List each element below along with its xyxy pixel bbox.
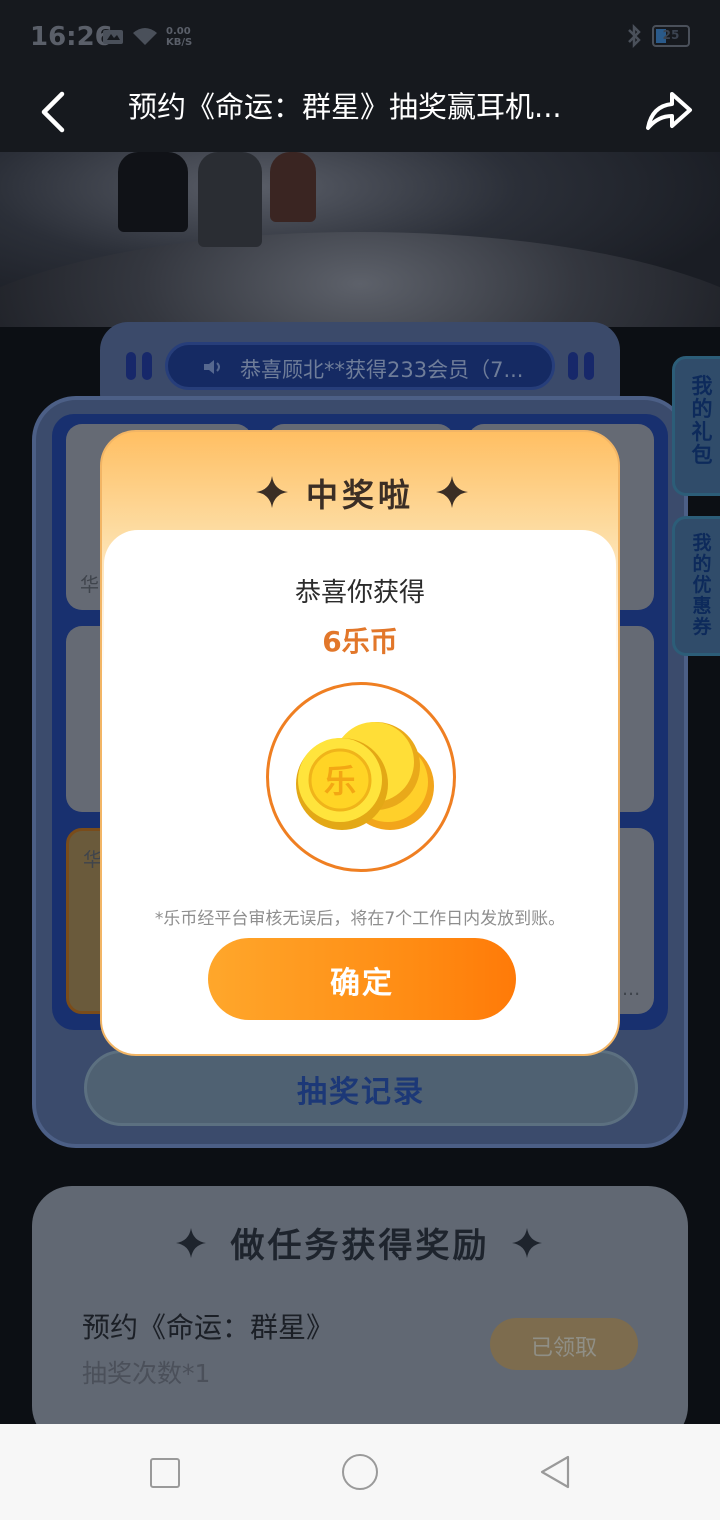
wifi-icon [133, 28, 157, 45]
side-tab-label: 我的礼包 [691, 374, 713, 467]
banner-figure [118, 152, 188, 232]
net-speed-value: 0.00 [166, 26, 191, 37]
side-tab-label: 我的优惠券 [692, 532, 712, 638]
prize-cell-label: ... [622, 978, 641, 1000]
my-gifts-tab[interactable]: 我的礼包 [672, 356, 720, 496]
coin-icon: 乐 [296, 722, 434, 830]
modal-title: 中奖啦 [305, 476, 414, 514]
back-arrow-icon[interactable] [34, 86, 74, 138]
draw-record-button[interactable]: 抽奖记录 [84, 1050, 638, 1126]
decor-bars [568, 352, 594, 380]
sparkle-icon [436, 476, 468, 508]
battery-level: 25 [662, 28, 680, 42]
prize-modal: 中奖啦 恭喜你获得 6乐币 乐 *乐币经平台审核无误后，将在7个工作日内发放到账… [100, 430, 620, 1056]
status-icons-right: 25 [626, 24, 690, 48]
my-coupons-tab[interactable]: 我的优惠券 [672, 516, 720, 656]
system-nav-bar [0, 1424, 720, 1520]
status-bar: 16:26 0.00 KB/S 25 [0, 0, 720, 72]
task-claimed-label: 已领取 [530, 1336, 597, 1361]
net-speed-unit: KB/S [166, 37, 193, 48]
status-icons-left: 0.00 KB/S [102, 26, 192, 48]
recent-apps-button[interactable] [150, 1458, 180, 1488]
net-speed: 0.00 KB/S [166, 26, 192, 48]
speaker-icon [204, 360, 220, 374]
prize-cell-label: 华 [80, 574, 100, 596]
share-icon[interactable] [642, 84, 694, 136]
task-title: 预约《命运：群星》 [82, 1311, 335, 1344]
nav-back-icon[interactable] [538, 1454, 572, 1490]
task-section: 做任务获得奖励 预约《命运：群星》 抽奖次数*1 已领取 [32, 1186, 688, 1446]
marquee-text: 恭喜顾北**获得233会员（7... [240, 358, 524, 382]
game-banner [0, 152, 720, 327]
title-bar: 预约《命运：群星》抽奖赢耳机... [0, 72, 720, 152]
page-title: 预约《命运：群星》抽奖赢耳机... [128, 90, 562, 124]
task-section-title: 做任务获得奖励 [230, 1226, 490, 1266]
prize-text: 6乐币 [322, 625, 398, 658]
modal-note: *乐币经平台审核无误后，将在7个工作日内发放到账。 [154, 909, 566, 929]
winner-marquee: 恭喜顾北**获得233会员（7... [165, 342, 555, 390]
banner-planet [0, 232, 720, 327]
draw-record-label: 抽奖记录 [297, 1075, 425, 1110]
sim-icon [103, 30, 123, 44]
confirm-label: 确定 [330, 966, 394, 1001]
task-claimed-button[interactable]: 已领取 [490, 1318, 638, 1370]
bluetooth-icon [628, 24, 641, 48]
banner-figure [270, 152, 316, 222]
banner-figure [198, 152, 262, 247]
decor-bars [126, 352, 152, 380]
sparkle-icon [512, 1228, 542, 1258]
home-button[interactable] [342, 1454, 378, 1490]
coin-glyph: 乐 [324, 762, 356, 800]
confirm-button[interactable]: 确定 [208, 938, 516, 1020]
status-time: 16:26 [30, 22, 113, 52]
battery-icon: 25 [652, 25, 690, 47]
task-subtitle: 抽奖次数*1 [82, 1359, 211, 1388]
congrats-text: 恭喜你获得 [294, 578, 425, 608]
